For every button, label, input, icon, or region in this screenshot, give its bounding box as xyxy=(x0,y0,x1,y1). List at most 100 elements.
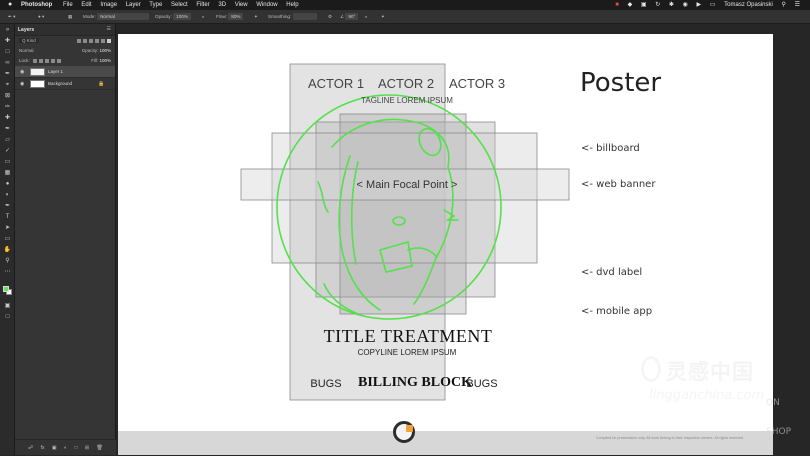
record-icon[interactable]: ■ xyxy=(615,2,619,8)
brush-size-icon[interactable]: ● ▾ xyxy=(38,10,44,24)
layers-tab[interactable]: Layers xyxy=(18,27,34,33)
dropbox-icon[interactable]: ◆ xyxy=(628,2,633,8)
layer-row-layer-1[interactable]: ◉ Layer 1 xyxy=(15,66,115,78)
quick-select-tool-icon[interactable]: ✒ xyxy=(3,71,12,78)
crop-tool-icon[interactable]: ⌖ xyxy=(3,82,12,89)
layer-name[interactable]: Background xyxy=(48,78,72,90)
hand-tool-icon[interactable]: ✋ xyxy=(3,247,12,254)
type-tool-icon[interactable]: T xyxy=(3,214,12,221)
path-selection-tool-icon[interactable]: ➤ xyxy=(3,225,12,232)
visibility-eye-icon[interactable]: ◉ xyxy=(20,66,24,78)
smoothing-options-icon[interactable]: ⚙ xyxy=(328,10,332,24)
smart-object-filter-icon[interactable] xyxy=(101,38,105,43)
delete-layer-icon[interactable]: 🗑 xyxy=(96,445,102,451)
menu-layer[interactable]: Layer xyxy=(126,2,141,8)
billboard-label: <- billboard xyxy=(581,143,640,154)
wifi-icon[interactable]: ◉ xyxy=(683,2,688,8)
gradient-tool-icon[interactable]: ▦ xyxy=(3,170,12,177)
rectangle-tool-icon[interactable]: ▭ xyxy=(3,236,12,243)
pixel-filter-icon[interactable] xyxy=(77,38,81,43)
apple-icon[interactable]: ● xyxy=(8,0,14,10)
menu-select[interactable]: Select xyxy=(171,2,188,8)
opacity-field[interactable]: 100% xyxy=(173,13,191,21)
clone-stamp-tool-icon[interactable]: ▱ xyxy=(3,137,12,144)
zoom-tool-icon[interactable]: ⚲ xyxy=(3,258,12,265)
dodge-tool-icon[interactable]: ◐ xyxy=(3,192,12,199)
menu-filter[interactable]: Filter xyxy=(196,2,209,8)
lock-position-icon[interactable] xyxy=(45,58,50,63)
lasso-tool-icon[interactable]: ∞ xyxy=(3,60,12,67)
notifications-icon[interactable]: ☰ xyxy=(795,2,800,8)
copyline-text: COPYLINE LOREM IPSUM xyxy=(357,348,457,357)
user-name[interactable]: Tomasz Opasinski xyxy=(724,2,773,8)
foreground-color-swatch[interactable] xyxy=(3,286,9,292)
spotlight-icon[interactable]: ⚲ xyxy=(782,2,786,8)
battery-icon[interactable]: ▭ xyxy=(710,2,716,8)
menu-window[interactable]: Window xyxy=(256,2,277,8)
time-machine-icon[interactable]: ↻ xyxy=(655,2,660,8)
menu-app-name[interactable]: Photoshop xyxy=(21,2,52,8)
menu-help[interactable]: Help xyxy=(286,2,298,8)
new-group-icon[interactable]: □ xyxy=(74,445,77,451)
panel-menu-icon[interactable]: ☰ xyxy=(107,26,111,32)
adjustment-layer-icon[interactable]: ◐ xyxy=(64,445,67,451)
eyedropper-tool-icon[interactable]: ✑ xyxy=(3,104,12,111)
lock-pixels-icon[interactable] xyxy=(39,58,44,63)
bluetooth-icon[interactable]: ✱ xyxy=(669,2,674,8)
adjustment-filter-icon[interactable] xyxy=(83,38,87,43)
menu-type[interactable]: Type xyxy=(149,2,162,8)
menu-edit[interactable]: Edit xyxy=(81,2,91,8)
lock-all-icon[interactable] xyxy=(57,58,62,63)
link-layers-icon[interactable]: ☍ xyxy=(28,445,33,451)
flow-field[interactable]: 80% xyxy=(228,13,244,21)
layer-opacity-field[interactable]: 100% xyxy=(99,48,111,53)
add-mask-icon[interactable]: ▣ xyxy=(52,445,57,451)
history-brush-tool-icon[interactable]: ✓ xyxy=(3,148,12,155)
menu-file[interactable]: File xyxy=(63,2,73,8)
document-canvas[interactable]: ACTOR 1 ACTOR 2 ACTOR 3 TAGLINE LOREM IP… xyxy=(118,34,773,431)
shape-filter-icon[interactable] xyxy=(95,38,99,43)
airbrush-icon[interactable]: ✦ xyxy=(254,10,258,24)
eraser-tool-icon[interactable]: ▭ xyxy=(3,159,12,166)
type-filter-icon[interactable] xyxy=(89,38,93,43)
move-tool-icon[interactable]: ✚ xyxy=(3,38,12,45)
brush-tool-preset-icon[interactable]: ✒ ▾ xyxy=(8,10,15,24)
canvas-area[interactable]: ACTOR 1 ACTOR 2 ACTOR 3 TAGLINE LOREM IP… xyxy=(116,24,810,455)
filter-toggle-icon[interactable] xyxy=(107,38,111,43)
blend-mode-select[interactable]: Normal xyxy=(19,48,34,53)
menu-3d[interactable]: 3D xyxy=(218,2,226,8)
smoothing-field[interactable] xyxy=(292,13,317,21)
brush-tool-icon[interactable]: ✒ xyxy=(3,126,12,133)
blur-tool-icon[interactable]: ● xyxy=(3,181,12,188)
marquee-tool-icon[interactable]: □ xyxy=(3,49,12,56)
layer-row-background[interactable]: ◉ Background 🔒 xyxy=(15,78,115,90)
display-icon[interactable]: ▣ xyxy=(641,2,647,8)
pen-tool-icon[interactable]: ✒ xyxy=(3,203,12,210)
mode-label: Mode: xyxy=(83,14,96,19)
panel-collapse-icon[interactable]: » xyxy=(3,27,12,34)
visibility-eye-icon[interactable]: ◉ xyxy=(20,78,24,90)
opacity-label: Opacity: xyxy=(155,14,172,19)
pressure-size-icon[interactable]: ◐ xyxy=(365,10,368,24)
menu-image[interactable]: Image xyxy=(100,2,117,8)
healing-brush-tool-icon[interactable]: ✚ xyxy=(3,115,12,122)
fill-field[interactable]: 100% xyxy=(99,58,111,63)
layer-name[interactable]: Layer 1 xyxy=(48,66,63,78)
angle-field[interactable]: 90° xyxy=(345,13,359,21)
more-tools-icon[interactable]: ⋯ xyxy=(3,269,12,276)
pressure-opacity-icon[interactable]: ◐ xyxy=(202,10,205,24)
screen-mode-icon[interactable]: □ xyxy=(3,314,12,321)
mode-select[interactable]: Normal xyxy=(97,13,150,21)
new-layer-icon[interactable]: ⊞ xyxy=(85,445,89,451)
lock-row: Lock: Fill: 100% xyxy=(15,56,115,66)
lock-artboard-icon[interactable] xyxy=(51,58,56,63)
frame-tool-icon[interactable]: ⊠ xyxy=(3,93,12,100)
symmetry-icon[interactable]: ✦ xyxy=(381,10,385,24)
layer-kind-filter[interactable]: Q Kind xyxy=(19,38,39,43)
volume-icon[interactable]: ▶ xyxy=(697,2,702,8)
layer-style-icon[interactable]: fx xyxy=(41,445,45,451)
menu-view[interactable]: View xyxy=(235,2,248,8)
brush-panel-icon[interactable]: ▦ xyxy=(68,10,72,24)
lock-transparent-icon[interactable] xyxy=(33,58,38,63)
quick-mask-icon[interactable]: ▣ xyxy=(3,303,12,310)
